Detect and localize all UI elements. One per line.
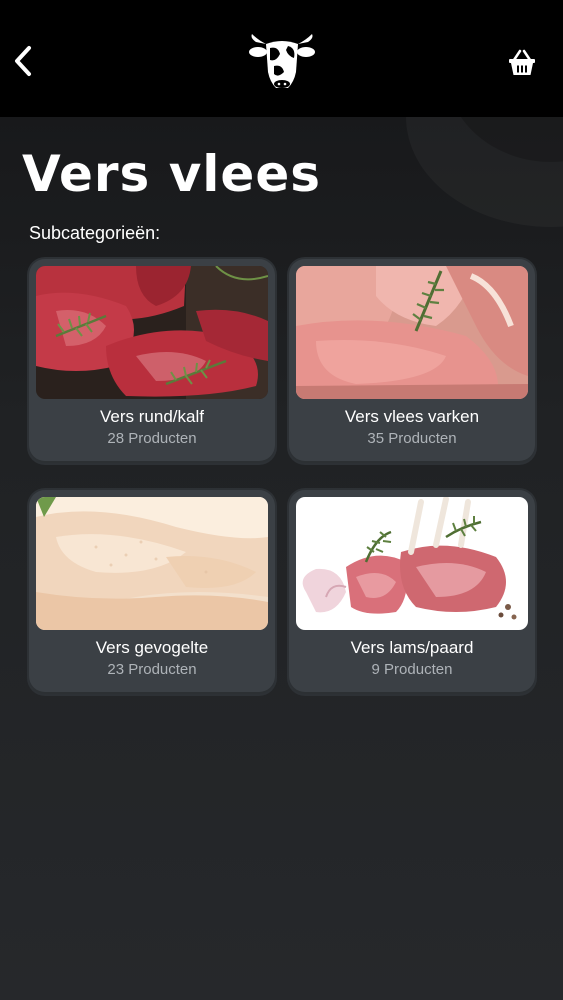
basket-button[interactable] xyxy=(505,48,539,80)
category-card-poultry[interactable]: Vers gevogelte 23 Producten xyxy=(29,490,275,694)
main-content: Vers vlees Subcategorieën: Vers rund/kal… xyxy=(0,117,563,1000)
beef-steaks-photo xyxy=(36,266,268,399)
page-title: Vers vlees xyxy=(22,145,322,203)
raw-chicken-photo xyxy=(36,497,268,630)
back-button[interactable] xyxy=(8,40,38,82)
category-product-count: 23 Producten xyxy=(107,661,197,678)
pork-chops-photo xyxy=(296,266,528,399)
subcategories-label: Subcategorieën: xyxy=(29,223,161,243)
top-bar xyxy=(0,0,563,117)
category-name: Vers rund/kalf xyxy=(100,407,204,426)
category-name: Vers gevogelte xyxy=(95,638,209,657)
shopping-basket-icon xyxy=(509,49,535,75)
category-name: Vers lams/paard xyxy=(350,638,474,657)
category-product-count: 28 Producten xyxy=(107,430,197,447)
cow-logo xyxy=(248,32,316,92)
chevron-left-icon xyxy=(15,46,31,76)
category-card-lamb-horse[interactable]: Vers lams/paard 9 Producten xyxy=(289,490,535,694)
category-card-beef[interactable]: Vers rund/kalf 28 Producten xyxy=(29,259,275,463)
category-name: Vers vlees varken xyxy=(344,407,480,426)
category-product-count: 9 Producten xyxy=(371,661,453,678)
lamb-rack-photo xyxy=(296,497,528,630)
category-card-pork[interactable]: Vers vlees varken 35 Producten xyxy=(289,259,535,463)
category-product-count: 35 Producten xyxy=(367,430,457,447)
